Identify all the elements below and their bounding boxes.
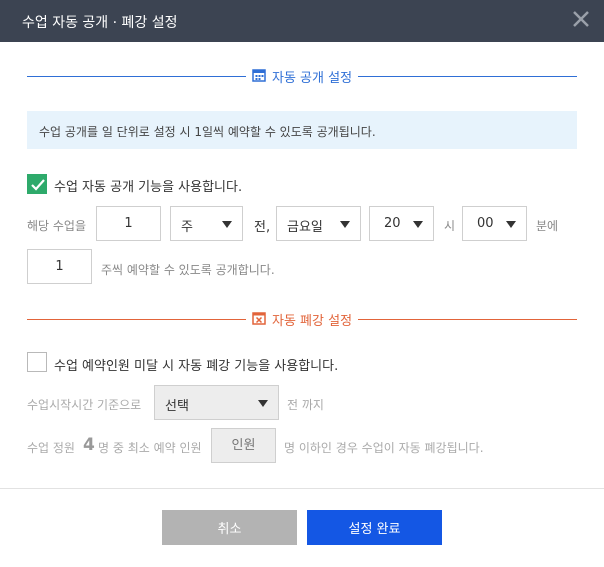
open-section-title: 자동 공개 설정 bbox=[246, 67, 359, 86]
capacity-prefix: 수업 정원 bbox=[27, 441, 75, 455]
calendar-x-icon bbox=[252, 311, 266, 329]
capacity-mid: 명 중 최소 예약 인원 bbox=[98, 441, 202, 455]
confirm-button[interactable]: 설정 완료 bbox=[307, 510, 442, 545]
hour-select[interactable]: 20 bbox=[369, 206, 434, 241]
dialog-header: 수업 자동 공개 · 폐강 설정 bbox=[0, 0, 604, 42]
chevron-down-icon bbox=[340, 221, 350, 228]
close-icon[interactable] bbox=[570, 8, 592, 30]
day-select-value: 금요일 bbox=[287, 220, 323, 235]
unit-select[interactable]: 주 bbox=[170, 206, 243, 241]
hour-select-value: 20 bbox=[384, 216, 401, 231]
calendar-icon bbox=[252, 68, 266, 86]
row1-prefix: 해당 수업을 bbox=[27, 219, 87, 233]
chevron-down-icon bbox=[258, 400, 268, 407]
before-label: 전, bbox=[254, 220, 271, 235]
cancel-button[interactable]: 취소 bbox=[162, 510, 297, 545]
check-icon bbox=[31, 179, 45, 191]
weeks-input[interactable] bbox=[27, 249, 92, 284]
chevron-down-icon bbox=[413, 221, 423, 228]
minute-select[interactable]: 00 bbox=[462, 206, 527, 241]
time-select[interactable]: 선택 bbox=[154, 385, 279, 420]
auto-cancel-label: 수업 예약인원 미달 시 자동 폐강 기능을 사용합니다. bbox=[54, 359, 339, 374]
open-info-box: 수업 공개를 일 단위로 설정 시 1일씩 예약할 수 있도록 공개됩니다. bbox=[27, 111, 577, 149]
cancel-section-label: 자동 폐강 설정 bbox=[272, 314, 353, 329]
capacity-suffix: 명 이하인 경우 수업이 자동 폐강됩니다. bbox=[284, 441, 484, 455]
auto-cancel-checkbox[interactable] bbox=[27, 352, 47, 372]
time-label: 수업시작시간 기준으로 bbox=[27, 398, 142, 412]
time-suffix: 전 까지 bbox=[287, 398, 324, 412]
footer-divider bbox=[0, 488, 604, 489]
chevron-down-icon bbox=[506, 221, 516, 228]
time-select-value: 선택 bbox=[165, 399, 189, 414]
weeks-suffix: 주씩 예약할 수 있도록 공개합니다. bbox=[101, 263, 275, 277]
minute-select-value: 00 bbox=[477, 216, 494, 231]
unit-select-value: 주 bbox=[181, 220, 193, 235]
count-input[interactable] bbox=[96, 206, 161, 241]
auto-open-label: 수업 자동 공개 기능을 사용합니다. bbox=[54, 180, 243, 195]
dialog-title: 수업 자동 공개 · 폐강 설정 bbox=[22, 15, 178, 31]
auto-open-checkbox[interactable] bbox=[27, 174, 47, 194]
open-section-label: 자동 공개 설정 bbox=[272, 71, 353, 86]
min-count-input[interactable] bbox=[211, 428, 276, 463]
hour-label: 시 bbox=[444, 219, 456, 233]
cancel-section-title: 자동 폐강 설정 bbox=[246, 310, 359, 329]
minute-label: 분에 bbox=[536, 219, 559, 233]
capacity-value: 4 bbox=[83, 435, 95, 455]
chevron-down-icon bbox=[222, 221, 232, 228]
day-select[interactable]: 금요일 bbox=[276, 206, 361, 241]
